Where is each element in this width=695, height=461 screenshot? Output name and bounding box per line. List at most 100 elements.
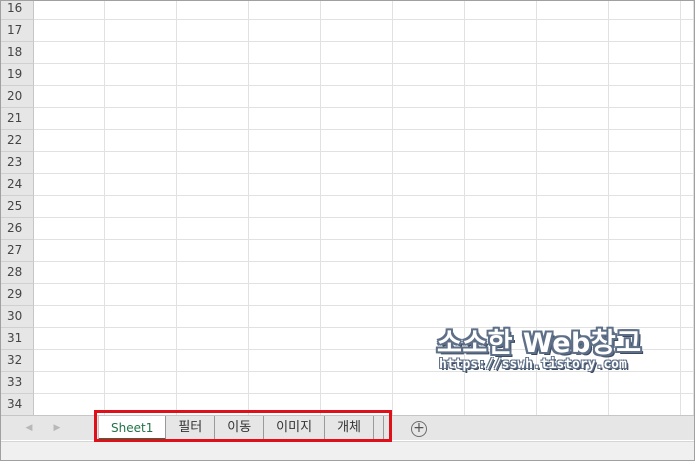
cell[interactable] — [465, 284, 537, 306]
cell[interactable] — [249, 108, 321, 130]
cell[interactable] — [177, 196, 249, 218]
cell[interactable] — [393, 86, 465, 108]
cell[interactable] — [34, 152, 105, 174]
row-header[interactable]: 28 — [1, 262, 34, 284]
cell[interactable] — [177, 306, 249, 328]
cell[interactable] — [321, 152, 393, 174]
cell[interactable] — [105, 328, 177, 350]
row-header[interactable]: 19 — [1, 64, 34, 86]
cell[interactable] — [609, 174, 681, 196]
cell[interactable] — [177, 108, 249, 130]
cell[interactable] — [537, 42, 609, 64]
cell[interactable] — [609, 196, 681, 218]
cell[interactable] — [177, 284, 249, 306]
row-header[interactable]: 26 — [1, 218, 34, 240]
cell[interactable] — [249, 372, 321, 394]
cell[interactable] — [177, 372, 249, 394]
cell[interactable] — [465, 108, 537, 130]
cell[interactable] — [609, 86, 681, 108]
cell[interactable] — [177, 152, 249, 174]
cell[interactable] — [177, 394, 249, 415]
cell[interactable] — [321, 394, 393, 415]
cell[interactable] — [537, 108, 609, 130]
cell[interactable] — [537, 394, 609, 415]
cell[interactable] — [465, 42, 537, 64]
row-header[interactable]: 21 — [1, 108, 34, 130]
sheet-tab-move[interactable]: 이동 — [215, 416, 265, 440]
cell[interactable] — [393, 108, 465, 130]
cell[interactable] — [34, 218, 105, 240]
cell[interactable] — [465, 152, 537, 174]
cell[interactable] — [177, 42, 249, 64]
cell[interactable] — [681, 130, 694, 152]
cell[interactable] — [609, 152, 681, 174]
cell[interactable] — [34, 284, 105, 306]
cell[interactable] — [177, 240, 249, 262]
cell[interactable] — [537, 218, 609, 240]
cell[interactable] — [177, 218, 249, 240]
cell[interactable] — [465, 218, 537, 240]
cell[interactable] — [537, 174, 609, 196]
cell[interactable] — [393, 20, 465, 42]
cell[interactable] — [34, 174, 105, 196]
cell[interactable] — [105, 372, 177, 394]
cell[interactable] — [105, 86, 177, 108]
cell[interactable] — [105, 218, 177, 240]
cell[interactable] — [537, 20, 609, 42]
cell[interactable] — [681, 196, 694, 218]
cell[interactable] — [249, 174, 321, 196]
cell[interactable] — [609, 108, 681, 130]
cell[interactable] — [465, 174, 537, 196]
cell[interactable] — [249, 394, 321, 415]
row-header[interactable]: 32 — [1, 350, 34, 372]
cell[interactable] — [681, 152, 694, 174]
cell[interactable] — [537, 152, 609, 174]
cell[interactable] — [393, 42, 465, 64]
cell[interactable] — [249, 1, 321, 20]
cell[interactable] — [609, 218, 681, 240]
cell[interactable] — [105, 152, 177, 174]
cell[interactable] — [105, 284, 177, 306]
cell[interactable] — [321, 350, 393, 372]
cell[interactable] — [321, 20, 393, 42]
cell[interactable] — [34, 108, 105, 130]
cell[interactable] — [249, 42, 321, 64]
cell[interactable] — [321, 86, 393, 108]
cell[interactable] — [105, 20, 177, 42]
row-header[interactable]: 25 — [1, 196, 34, 218]
cell[interactable] — [34, 240, 105, 262]
cell[interactable] — [537, 196, 609, 218]
row-header[interactable]: 33 — [1, 372, 34, 394]
row-header[interactable]: 23 — [1, 152, 34, 174]
cell[interactable] — [465, 1, 537, 20]
cell[interactable] — [321, 306, 393, 328]
cell[interactable] — [609, 284, 681, 306]
cell[interactable] — [537, 64, 609, 86]
row-header[interactable]: 30 — [1, 306, 34, 328]
cell[interactable] — [681, 240, 694, 262]
cell[interactable] — [321, 64, 393, 86]
sheet-tab-filter[interactable]: 필터 — [166, 416, 216, 440]
cell[interactable] — [34, 394, 105, 415]
cell[interactable] — [609, 1, 681, 20]
cell[interactable] — [177, 350, 249, 372]
cell[interactable] — [105, 350, 177, 372]
cell[interactable] — [321, 284, 393, 306]
cell[interactable] — [105, 306, 177, 328]
cell[interactable] — [681, 1, 694, 20]
cell[interactable] — [34, 42, 105, 64]
horizontal-scrollbar[interactable] — [1, 441, 694, 460]
cell[interactable] — [681, 64, 694, 86]
cell[interactable] — [34, 64, 105, 86]
add-sheet-icon[interactable]: + — [411, 421, 427, 437]
cell[interactable] — [249, 86, 321, 108]
cell[interactable] — [321, 240, 393, 262]
cell[interactable] — [249, 306, 321, 328]
cell[interactable] — [34, 350, 105, 372]
cell[interactable] — [465, 86, 537, 108]
cell[interactable] — [393, 262, 465, 284]
cell[interactable] — [681, 394, 694, 415]
cell[interactable] — [681, 108, 694, 130]
cell[interactable] — [34, 20, 105, 42]
cell[interactable] — [249, 196, 321, 218]
